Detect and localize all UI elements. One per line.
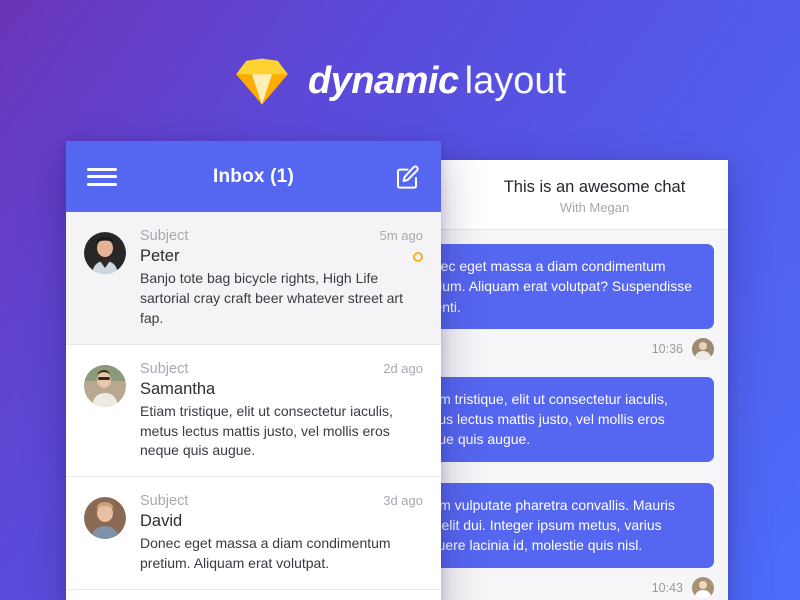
message-subject: Subject <box>140 228 189 244</box>
avatar <box>84 232 126 274</box>
chat-bubble-meta: 10:36 <box>441 329 714 372</box>
message-sender: Samantha <box>140 379 216 398</box>
message-sender-line: Peter <box>140 247 423 266</box>
message-content: Subject 3d ago David Donec eget massa a … <box>140 493 423 574</box>
chat-timestamp: 10:43 <box>651 580 683 595</box>
message-meta: Subject 5m ago <box>140 228 423 244</box>
chat-message: Etiam tristique, elit ut consectetur iac… <box>441 376 714 478</box>
message-sender: Peter <box>140 247 180 265</box>
chat-panel: This is an awesome chat With Megan Donec… <box>441 160 728 600</box>
avatar <box>84 364 126 407</box>
message-preview: Banjo tote bag bicycle rights, High Life… <box>140 270 403 326</box>
list-item[interactable]: Subject 3d ago David Donec eget massa a … <box>66 477 441 590</box>
message-meta: Subject 3d ago <box>140 493 423 509</box>
chat-message-list[interactable]: Donec eget massa a diam condimentum pret… <box>441 230 728 600</box>
message-sender-line: David <box>140 512 423 531</box>
inbox-panel: Inbox (1) Subject 5m ago Peter Banjo tot… <box>66 141 441 600</box>
chat-bubble: Donec eget massa a diam condimentum pret… <box>441 244 714 329</box>
chat-title: This is an awesome chat <box>503 178 686 196</box>
avatar <box>84 497 126 540</box>
message-preview: Donec eget massa a diam condimentum pret… <box>140 535 391 572</box>
chat-bubble: Etiam tristique, elit ut consectetur iac… <box>441 376 714 462</box>
brand-title: dynamic layout <box>308 62 566 100</box>
message-timestamp: 5m ago <box>379 228 423 243</box>
message-subject: Subject <box>140 360 189 377</box>
hamburger-menu-icon[interactable] <box>87 167 117 186</box>
chat-timestamp: 10:36 <box>651 341 683 356</box>
compose-pencil-icon[interactable] <box>395 164 421 190</box>
message-meta: Subject 2d ago <box>140 361 423 377</box>
message-subject: Subject <box>140 493 189 510</box>
list-item[interactable]: Subject 5m ago Peter Banjo tote bag bicy… <box>66 212 441 345</box>
chat-message: Etiam vulputate pharetra convallis. Maur… <box>441 482 714 600</box>
chat-bubble: Etiam vulputate pharetra convallis. Maur… <box>441 482 714 568</box>
avatar <box>692 337 714 360</box>
message-timestamp: 2d ago <box>383 360 423 376</box>
message-preview: Etiam tristique, elit ut consectetur iac… <box>140 402 393 459</box>
inbox-header: Inbox (1) <box>66 141 441 212</box>
chat-subtitle: With Megan <box>559 200 630 215</box>
brand-title-bold: dynamic <box>307 60 459 102</box>
message-content: Subject 5m ago Peter Banjo tote bag bicy… <box>140 228 423 329</box>
sketch-diamond-icon <box>234 53 290 109</box>
message-sender-line: Samantha <box>140 380 423 399</box>
list-item[interactable]: Subject 1w ago Sarah Etiam tristique, el… <box>66 590 441 600</box>
list-item[interactable]: Subject 2d ago Samantha Etiam tristique,… <box>66 344 441 478</box>
message-timestamp: 3d ago <box>383 493 423 509</box>
message-content: Subject 2d ago Samantha Etiam tristique,… <box>140 361 423 462</box>
avatar <box>692 576 714 599</box>
chat-bubble-meta: 10:43 <box>441 568 714 600</box>
page-title: Inbox (1) <box>213 165 294 187</box>
brand-header: dynamic layout <box>0 50 800 112</box>
brand-title-light: layout <box>464 60 567 102</box>
message-sender: David <box>140 512 183 531</box>
star-flag-icon[interactable] <box>413 251 423 262</box>
chat-message: Donec eget massa a diam condimentum pret… <box>441 244 714 372</box>
chat-header: This is an awesome chat With Megan <box>441 160 728 230</box>
message-list[interactable]: Subject 5m ago Peter Banjo tote bag bicy… <box>66 212 441 600</box>
